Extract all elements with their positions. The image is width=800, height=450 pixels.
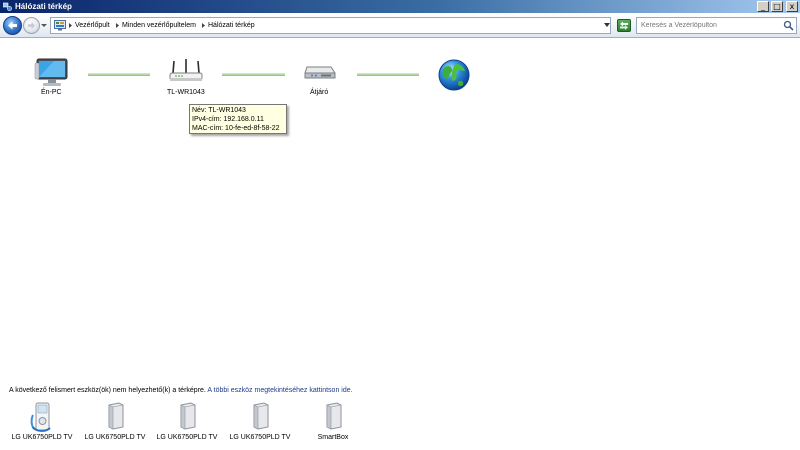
device-tower-icon bbox=[253, 402, 269, 430]
gateway-icon bbox=[304, 66, 336, 79]
breadcrumb-separator-icon bbox=[69, 23, 72, 28]
connection-line bbox=[357, 73, 419, 76]
unplaced-device-5[interactable]: SmartBox bbox=[298, 401, 368, 446]
tooltip-device-name: Név: TL-WR1043 bbox=[192, 107, 246, 114]
arrow-left-icon bbox=[8, 21, 17, 30]
breadcrumb-separator-icon[interactable] bbox=[115, 23, 120, 28]
unplaced-device-label: SmartBox bbox=[317, 434, 349, 441]
forward-button[interactable] bbox=[23, 17, 40, 34]
minimize-button[interactable]: _ bbox=[757, 1, 769, 12]
router-icon bbox=[169, 59, 203, 81]
arrow-right-icon bbox=[28, 22, 35, 29]
window-title: Hálózati térkép bbox=[15, 2, 72, 11]
refresh-arrows-icon bbox=[620, 21, 628, 30]
breadcrumb-control-panel[interactable]: Vezérlőpult bbox=[75, 18, 110, 33]
search-box[interactable] bbox=[636, 17, 797, 34]
computer-icon bbox=[34, 58, 68, 86]
device-tower-icon bbox=[108, 402, 124, 430]
unplaced-device-4[interactable]: LG UK6750PLD TV bbox=[225, 401, 295, 446]
unplaced-device-label: LG UK6750PLD TV bbox=[84, 434, 146, 441]
breadcrumb-all-control-panel-items[interactable]: Minden vezérlőpultelem bbox=[122, 18, 196, 33]
address-history-dropdown-icon[interactable] bbox=[604, 23, 610, 28]
map-node-label-gateway: Átjáró bbox=[310, 89, 329, 96]
device-tower-icon bbox=[180, 402, 196, 430]
map-node-label-this-pc: Én-PC bbox=[41, 89, 62, 96]
view-more-devices-link[interactable]: A többi eszköz megtekintéséhez kattintso… bbox=[207, 387, 352, 394]
tooltip-ipv4-address: IPv4-cím: 192.168.0.11 bbox=[192, 116, 264, 123]
back-button[interactable] bbox=[3, 16, 22, 35]
map-node-internet[interactable] bbox=[437, 58, 471, 92]
unplaced-device-2[interactable]: LG UK6750PLD TV bbox=[80, 401, 150, 446]
connection-line bbox=[222, 73, 285, 76]
close-button[interactable]: x bbox=[786, 1, 798, 12]
media-device-icon bbox=[30, 402, 51, 432]
breadcrumb-separator-icon[interactable] bbox=[201, 23, 206, 28]
tooltip-mac-address: MAC-cím: 10-fe-ed-8f-58-22 bbox=[192, 125, 280, 132]
map-node-gateway[interactable] bbox=[303, 61, 337, 83]
device-info-tooltip: Név: TL-WR1043 IPv4-cím: 192.168.0.11 MA… bbox=[189, 104, 287, 134]
breadcrumb[interactable]: Vezérlőpult Minden vezérlőpultelem Hálóz… bbox=[50, 17, 611, 34]
unplaced-devices-text: A következő felismert eszköz(ök) nem hel… bbox=[9, 387, 208, 394]
unplaced-device-label: LG UK6750PLD TV bbox=[229, 434, 291, 441]
refresh-button[interactable] bbox=[617, 19, 631, 32]
control-panel-icon bbox=[54, 20, 66, 31]
unplaced-devices-message: A következő felismert eszköz(ök) nem hel… bbox=[9, 387, 353, 394]
unplaced-device-1[interactable]: LG UK6750PLD TV bbox=[7, 401, 77, 446]
network-map-window: Hálózati térkép _ □ x Vezérlőpult Minden… bbox=[0, 0, 800, 450]
map-node-label-router: TL-WR1043 bbox=[167, 89, 205, 96]
unplaced-device-3[interactable]: LG UK6750PLD TV bbox=[152, 401, 222, 446]
title-bar: Hálózati térkép _ □ x bbox=[0, 0, 800, 13]
internet-globe-icon bbox=[438, 59, 470, 91]
search-icon[interactable] bbox=[783, 20, 794, 31]
device-tower-icon bbox=[326, 402, 342, 430]
connection-line bbox=[88, 73, 150, 76]
recent-pages-dropdown-icon[interactable] bbox=[40, 21, 48, 29]
address-toolbar: Vezérlőpult Minden vezérlőpultelem Hálóz… bbox=[0, 13, 800, 38]
map-node-router[interactable] bbox=[168, 57, 204, 85]
map-node-this-pc[interactable] bbox=[34, 53, 70, 89]
maximize-button[interactable]: □ bbox=[771, 1, 783, 12]
breadcrumb-network-map[interactable]: Hálózati térkép bbox=[208, 18, 255, 33]
unplaced-device-label: LG UK6750PLD TV bbox=[11, 434, 73, 441]
network-map-icon bbox=[3, 2, 12, 11]
search-input[interactable] bbox=[641, 18, 781, 33]
unplaced-device-label: LG UK6750PLD TV bbox=[156, 434, 218, 441]
